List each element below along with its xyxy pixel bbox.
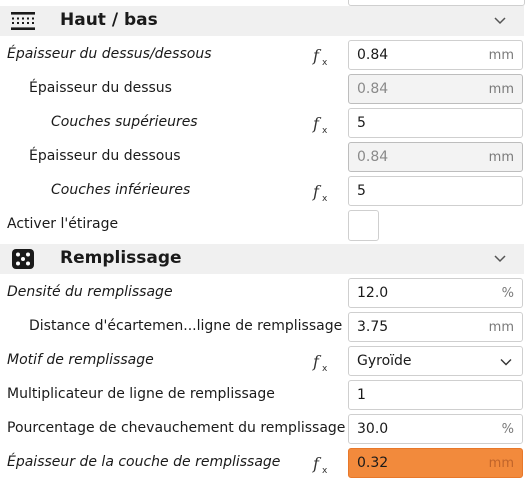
field-unit: % <box>501 422 514 437</box>
section-title-top-bottom: Haut / bas <box>60 10 158 30</box>
setting-label: Motif de remplissage <box>7 352 154 368</box>
bottom-thickness-input: 0.84 mm <box>348 142 523 172</box>
field-unit: mm <box>488 48 514 63</box>
svg-text:f: f <box>312 182 322 201</box>
setting-row-infill-overlap: Pourcentage de chevauchement du rempliss… <box>0 412 529 446</box>
field-value: 5 <box>357 115 366 131</box>
top-thickness-input: 0.84 mm <box>348 74 523 104</box>
chevron-down-icon[interactable] <box>493 253 507 265</box>
section-title-infill: Remplissage <box>60 248 182 268</box>
setting-label: Distance d'écartemen...ligne de rempliss… <box>29 318 343 334</box>
setting-row-top-layers: Couches supérieures f x 5 <box>0 106 529 140</box>
infill-icon <box>12 249 34 269</box>
field-value: 12.0 <box>357 285 389 301</box>
fx-icon[interactable]: f x <box>312 114 332 134</box>
setting-row-top-bottom-thickness: Épaisseur du dessus/dessous f x 0.84 mm <box>0 38 529 72</box>
setting-label: Couches supérieures <box>51 114 198 130</box>
setting-row-infill-line-distance: Distance d'écartemen...ligne de rempliss… <box>0 310 529 344</box>
infill-line-distance-input[interactable]: 3.75 mm <box>348 312 523 342</box>
field-unit: mm <box>488 320 514 335</box>
field-value: 3.75 <box>357 319 389 335</box>
setting-label: Épaisseur du dessous <box>29 148 181 164</box>
chevron-down-icon <box>500 359 512 366</box>
section-header-infill[interactable]: Remplissage <box>0 244 524 274</box>
fx-icon[interactable]: f x <box>312 454 332 474</box>
svg-text:x: x <box>322 466 328 474</box>
infill-density-input[interactable]: 12.0 % <box>348 278 523 308</box>
infill-layer-thickness-input[interactable]: 0.32 mm <box>348 448 523 478</box>
top-bottom-thickness-input[interactable]: 0.84 mm <box>348 40 523 70</box>
setting-row-bottom-thickness: Épaisseur du dessous 0.84 mm <box>0 140 529 174</box>
field-value: 1 <box>357 387 366 403</box>
setting-label: Épaisseur de la couche de remplissage <box>7 454 281 470</box>
setting-label: Activer l'étirage <box>7 216 119 232</box>
infill-multiplier-input[interactable]: 1 <box>348 380 523 410</box>
svg-text:x: x <box>322 194 328 202</box>
svg-text:f: f <box>312 352 322 371</box>
fx-icon[interactable]: f x <box>312 182 332 202</box>
setting-row-ironing: Activer l'étirage <box>0 208 529 242</box>
setting-label: Densité du remplissage <box>7 284 173 300</box>
chevron-down-icon[interactable] <box>493 15 507 27</box>
section-header-top-bottom[interactable]: Haut / bas <box>0 6 524 36</box>
bottom-layers-input[interactable]: 5 <box>348 176 523 206</box>
field-value: 30.0 <box>357 421 389 437</box>
field-unit: % <box>501 286 514 301</box>
field-value: 0.84 <box>357 47 389 63</box>
field-value: Gyroïde <box>357 353 412 369</box>
setting-label: Multiplicateur de ligne de remplissage <box>7 386 275 402</box>
setting-row-infill-density: Densité du remplissage 12.0 % <box>0 276 529 310</box>
fx-icon[interactable]: f x <box>312 352 332 372</box>
field-value: 0.84 <box>357 149 389 165</box>
field-unit: mm <box>488 150 514 165</box>
fx-icon[interactable]: f x <box>312 46 332 66</box>
field-unit: mm <box>488 82 514 97</box>
setting-label: Épaisseur du dessus <box>29 80 172 96</box>
svg-text:f: f <box>312 114 322 133</box>
setting-row-infill-layer-thickness: Épaisseur de la couche de remplissage f … <box>0 446 529 480</box>
field-unit: mm <box>488 456 514 471</box>
field-value: 0.84 <box>357 81 389 97</box>
top-layers-input[interactable]: 5 <box>348 108 523 138</box>
svg-text:f: f <box>312 46 322 65</box>
setting-label: Épaisseur du dessus/dessous <box>7 46 212 62</box>
infill-pattern-dropdown[interactable]: Gyroïde <box>348 346 523 376</box>
svg-text:x: x <box>322 126 328 134</box>
top-bottom-icon <box>11 12 35 30</box>
setting-label: Pourcentage de chevauchement du rempliss… <box>7 420 346 436</box>
setting-row-bottom-layers: Couches inférieures f x 5 <box>0 174 529 208</box>
setting-row-infill-pattern: Motif de remplissage f x Gyroïde <box>0 344 529 378</box>
setting-label: Couches inférieures <box>51 182 191 198</box>
setting-row-infill-multiplier: Multiplicateur de ligne de remplissage 1 <box>0 378 529 412</box>
infill-overlap-input[interactable]: 30.0 % <box>348 414 523 444</box>
setting-row-top-thickness: Épaisseur du dessus 0.84 mm <box>0 72 529 106</box>
svg-text:x: x <box>322 364 328 372</box>
field-value: 0.32 <box>357 455 389 471</box>
field-value: 5 <box>357 183 366 199</box>
svg-text:x: x <box>322 58 328 66</box>
svg-text:f: f <box>312 454 322 473</box>
ironing-checkbox[interactable] <box>348 210 379 241</box>
